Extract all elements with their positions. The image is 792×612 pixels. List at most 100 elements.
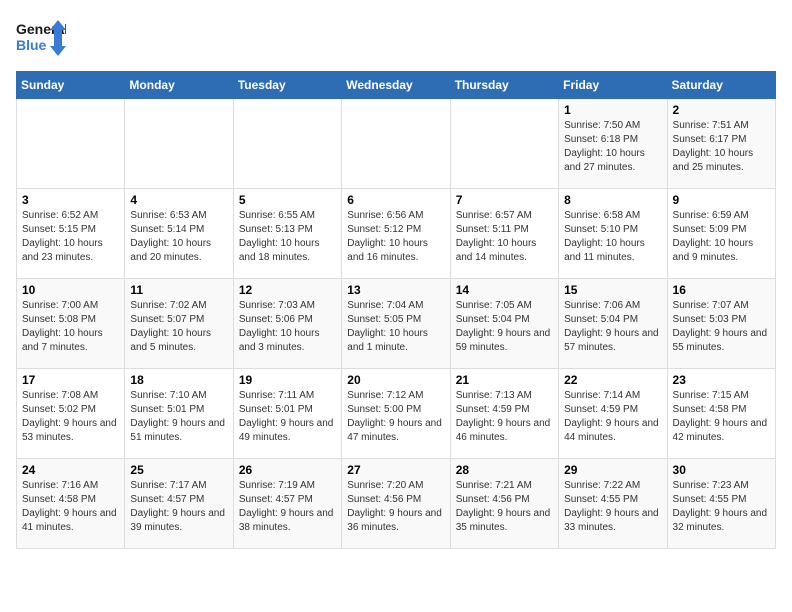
day-number: 2 <box>673 103 770 117</box>
calendar-cell: 29 Sunrise: 7:22 AM Sunset: 4:55 PM Dayli… <box>559 459 667 549</box>
calendar-cell: 26Sunrise: 7:19 AM Sunset: 4:57 PM Dayli… <box>233 459 341 549</box>
day-number: 24 <box>22 463 119 477</box>
logo-svg: General Blue <box>16 16 66 61</box>
day-info: Sunrise: 7:23 AM Sunset: 4:55 PM Dayligh… <box>673 479 770 535</box>
calendar-cell: 8 Sunrise: 6:58 AM Sunset: 5:10 PM Daylig… <box>559 189 667 279</box>
calendar-day-header: Friday <box>559 72 667 99</box>
logo: General Blue <box>16 16 66 61</box>
calendar-day-header: Thursday <box>450 72 558 99</box>
day-number: 3 <box>22 193 119 207</box>
page-header: General Blue <box>16 16 776 61</box>
calendar-cell <box>17 99 125 189</box>
svg-text:Blue: Blue <box>16 37 47 53</box>
day-info: Sunrise: 7:20 AM Sunset: 4:56 PM Dayligh… <box>347 479 444 535</box>
day-info: Sunrise: 7:17 AM Sunset: 4:57 PM Dayligh… <box>130 479 227 535</box>
day-number: 16 <box>673 283 770 297</box>
calendar-cell: 10Sunrise: 7:00 AM Sunset: 5:08 PM Dayli… <box>17 279 125 369</box>
day-number: 7 <box>456 193 553 207</box>
day-number: 5 <box>239 193 336 207</box>
day-info: Sunrise: 7:05 AM Sunset: 5:04 PM Dayligh… <box>456 299 553 355</box>
calendar-cell: 19 Sunrise: 7:11 AM Sunset: 5:01 PM Dayli… <box>233 369 341 459</box>
calendar-table: SundayMondayTuesdayWednesdayThursdayFrid… <box>16 71 776 549</box>
calendar-cell: 25 Sunrise: 7:17 AM Sunset: 4:57 PM Dayli… <box>125 459 233 549</box>
calendar-cell: 14 Sunrise: 7:05 AM Sunset: 5:04 PM Dayli… <box>450 279 558 369</box>
calendar-cell: 2 Sunrise: 7:51 AM Sunset: 6:17 PM Daylig… <box>667 99 775 189</box>
calendar-cell: 30 Sunrise: 7:23 AM Sunset: 4:55 PM Dayli… <box>667 459 775 549</box>
day-info: Sunrise: 7:11 AM Sunset: 5:01 PM Dayligh… <box>239 389 336 445</box>
day-number: 28 <box>456 463 553 477</box>
day-info: Sunrise: 7:08 AM Sunset: 5:02 PM Dayligh… <box>22 389 119 445</box>
calendar-day-header: Saturday <box>667 72 775 99</box>
day-number: 22 <box>564 373 661 387</box>
calendar-cell: 15Sunrise: 7:06 AM Sunset: 5:04 PM Dayli… <box>559 279 667 369</box>
day-number: 20 <box>347 373 444 387</box>
day-number: 29 <box>564 463 661 477</box>
day-number: 25 <box>130 463 227 477</box>
calendar-week-row: 1 Sunrise: 7:50 AM Sunset: 6:18 PM Daylig… <box>17 99 776 189</box>
day-info: Sunrise: 6:53 AM Sunset: 5:14 PM Dayligh… <box>130 209 227 265</box>
calendar-cell: 22 Sunrise: 7:14 AM Sunset: 4:59 PM Dayli… <box>559 369 667 459</box>
day-info: Sunrise: 7:10 AM Sunset: 5:01 PM Dayligh… <box>130 389 227 445</box>
calendar-cell: 23Sunrise: 7:15 AM Sunset: 4:58 PM Dayli… <box>667 369 775 459</box>
day-info: Sunrise: 7:04 AM Sunset: 5:05 PM Dayligh… <box>347 299 444 355</box>
day-number: 12 <box>239 283 336 297</box>
day-number: 17 <box>22 373 119 387</box>
calendar-cell: 24 Sunrise: 7:16 AM Sunset: 4:58 PM Dayli… <box>17 459 125 549</box>
day-info: Sunrise: 7:07 AM Sunset: 5:03 PM Dayligh… <box>673 299 770 355</box>
day-number: 11 <box>130 283 227 297</box>
calendar-cell: 13 Sunrise: 7:04 AM Sunset: 5:05 PM Dayli… <box>342 279 450 369</box>
calendar-cell <box>125 99 233 189</box>
calendar-cell: 12 Sunrise: 7:03 AM Sunset: 5:06 PM Dayli… <box>233 279 341 369</box>
day-info: Sunrise: 7:12 AM Sunset: 5:00 PM Dayligh… <box>347 389 444 445</box>
calendar-cell: 21 Sunrise: 7:13 AM Sunset: 4:59 PM Dayli… <box>450 369 558 459</box>
day-number: 19 <box>239 373 336 387</box>
day-number: 30 <box>673 463 770 477</box>
calendar-day-header: Monday <box>125 72 233 99</box>
day-info: Sunrise: 7:14 AM Sunset: 4:59 PM Dayligh… <box>564 389 661 445</box>
day-number: 18 <box>130 373 227 387</box>
calendar-cell: 7 Sunrise: 6:57 AM Sunset: 5:11 PM Daylig… <box>450 189 558 279</box>
day-number: 13 <box>347 283 444 297</box>
day-info: Sunrise: 6:56 AM Sunset: 5:12 PM Dayligh… <box>347 209 444 265</box>
calendar-cell: 6 Sunrise: 6:56 AM Sunset: 5:12 PM Daylig… <box>342 189 450 279</box>
day-number: 4 <box>130 193 227 207</box>
day-info: Sunrise: 6:55 AM Sunset: 5:13 PM Dayligh… <box>239 209 336 265</box>
calendar-cell: 28 Sunrise: 7:21 AM Sunset: 4:56 PM Dayli… <box>450 459 558 549</box>
day-number: 27 <box>347 463 444 477</box>
calendar-header-row: SundayMondayTuesdayWednesdayThursdayFrid… <box>17 72 776 99</box>
day-number: 6 <box>347 193 444 207</box>
calendar-week-row: 3 Sunrise: 6:52 AM Sunset: 5:15 PM Daylig… <box>17 189 776 279</box>
day-number: 8 <box>564 193 661 207</box>
day-info: Sunrise: 7:22 AM Sunset: 4:55 PM Dayligh… <box>564 479 661 535</box>
day-number: 21 <box>456 373 553 387</box>
day-info: Sunrise: 6:52 AM Sunset: 5:15 PM Dayligh… <box>22 209 119 265</box>
calendar-cell: 18 Sunrise: 7:10 AM Sunset: 5:01 PM Dayli… <box>125 369 233 459</box>
day-info: Sunrise: 7:15 AM Sunset: 4:58 PM Dayligh… <box>673 389 770 445</box>
day-info: Sunrise: 7:03 AM Sunset: 5:06 PM Dayligh… <box>239 299 336 355</box>
day-info: Sunrise: 6:59 AM Sunset: 5:09 PM Dayligh… <box>673 209 770 265</box>
calendar-cell: 4 Sunrise: 6:53 AM Sunset: 5:14 PM Daylig… <box>125 189 233 279</box>
day-info: Sunrise: 6:57 AM Sunset: 5:11 PM Dayligh… <box>456 209 553 265</box>
day-info: Sunrise: 7:00 AM Sunset: 5:08 PM Dayligh… <box>22 299 119 355</box>
day-number: 26 <box>239 463 336 477</box>
calendar-cell: 16 Sunrise: 7:07 AM Sunset: 5:03 PM Dayli… <box>667 279 775 369</box>
day-info: Sunrise: 7:13 AM Sunset: 4:59 PM Dayligh… <box>456 389 553 445</box>
day-info: Sunrise: 6:58 AM Sunset: 5:10 PM Dayligh… <box>564 209 661 265</box>
day-number: 14 <box>456 283 553 297</box>
day-number: 9 <box>673 193 770 207</box>
calendar-day-header: Tuesday <box>233 72 341 99</box>
day-info: Sunrise: 7:51 AM Sunset: 6:17 PM Dayligh… <box>673 119 770 175</box>
day-info: Sunrise: 7:02 AM Sunset: 5:07 PM Dayligh… <box>130 299 227 355</box>
calendar-cell: 20 Sunrise: 7:12 AM Sunset: 5:00 PM Dayli… <box>342 369 450 459</box>
calendar-cell: 9 Sunrise: 6:59 AM Sunset: 5:09 PM Daylig… <box>667 189 775 279</box>
day-number: 1 <box>564 103 661 117</box>
calendar-cell: 3 Sunrise: 6:52 AM Sunset: 5:15 PM Daylig… <box>17 189 125 279</box>
day-info: Sunrise: 7:21 AM Sunset: 4:56 PM Dayligh… <box>456 479 553 535</box>
day-info: Sunrise: 7:50 AM Sunset: 6:18 PM Dayligh… <box>564 119 661 175</box>
day-info: Sunrise: 7:06 AM Sunset: 5:04 PM Dayligh… <box>564 299 661 355</box>
calendar-week-row: 24 Sunrise: 7:16 AM Sunset: 4:58 PM Dayli… <box>17 459 776 549</box>
calendar-cell <box>233 99 341 189</box>
calendar-cell <box>342 99 450 189</box>
day-info: Sunrise: 7:16 AM Sunset: 4:58 PM Dayligh… <box>22 479 119 535</box>
calendar-cell <box>450 99 558 189</box>
